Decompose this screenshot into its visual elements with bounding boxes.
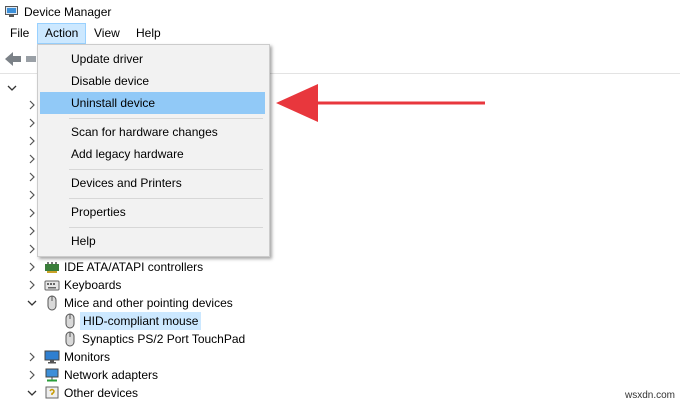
ide-controller-icon xyxy=(45,262,59,273)
menu-help[interactable]: Help xyxy=(129,23,168,44)
tree-item-label: Synaptics PS/2 Port TouchPad xyxy=(82,332,246,346)
tree-item-label: Monitors xyxy=(64,350,111,364)
tree-item-label: Keyboards xyxy=(64,278,122,292)
menu-separator xyxy=(69,227,263,228)
chevron-right-icon[interactable] xyxy=(27,352,37,362)
mouse-icon xyxy=(65,331,75,347)
mouse-icon xyxy=(47,295,57,311)
chevron-right-icon[interactable] xyxy=(27,226,37,236)
chevron-right-icon[interactable] xyxy=(27,244,37,254)
menu-file[interactable]: File xyxy=(3,23,36,44)
chevron-right-icon[interactable] xyxy=(27,172,37,182)
menu-item-disable-device[interactable]: Disable device xyxy=(40,70,265,92)
chevron-right-icon[interactable] xyxy=(27,154,37,164)
chevron-right-icon[interactable] xyxy=(27,190,37,200)
chevron-right-icon[interactable] xyxy=(27,262,37,272)
menu-separator xyxy=(69,198,263,199)
back-arrow-icon[interactable] xyxy=(4,51,22,67)
menu-separator xyxy=(69,169,263,170)
menu-view[interactable]: View xyxy=(87,23,127,44)
monitor-icon xyxy=(44,350,60,364)
menu-bar: File Action View Help xyxy=(0,23,680,45)
action-menu: Update driver Disable device Uninstall d… xyxy=(37,44,270,257)
chevron-right-icon[interactable] xyxy=(27,118,37,128)
watermark: wsxdn.com xyxy=(624,390,675,401)
tree-item-label: HID-compliant mouse xyxy=(80,312,202,330)
chevron-right-icon[interactable] xyxy=(27,100,37,110)
keyboard-icon xyxy=(44,280,60,291)
menu-item-properties[interactable]: Properties xyxy=(40,201,265,223)
mouse-icon xyxy=(65,313,75,329)
menu-item-help[interactable]: Help xyxy=(40,230,265,252)
tree-item-label: IDE ATA/ATAPI controllers xyxy=(64,260,204,274)
forward-arrow-icon[interactable] xyxy=(26,56,36,62)
chevron-right-icon[interactable] xyxy=(27,370,37,380)
tree-item-label: Network adapters xyxy=(64,368,159,382)
chevron-down-icon[interactable] xyxy=(27,388,37,398)
title-bar: Device Manager xyxy=(0,0,680,24)
chevron-right-icon[interactable] xyxy=(27,280,37,290)
red-arrow-icon xyxy=(276,84,485,122)
menu-item-devices-printers[interactable]: Devices and Printers xyxy=(40,172,265,194)
tree-item-label: Mice and other pointing devices xyxy=(64,296,233,310)
menu-item-update-driver[interactable]: Update driver xyxy=(40,48,265,70)
device-manager-icon xyxy=(5,6,18,17)
chevron-down-icon[interactable] xyxy=(7,83,17,93)
chevron-right-icon[interactable] xyxy=(27,136,37,146)
chevron-down-icon[interactable] xyxy=(27,298,37,308)
unknown-device-icon xyxy=(45,386,59,399)
window-title: Device Manager xyxy=(24,5,112,19)
tree-item-label: Other devices xyxy=(64,386,139,400)
menu-item-scan-hardware[interactable]: Scan for hardware changes xyxy=(40,121,265,143)
menu-separator xyxy=(69,118,263,119)
chevron-right-icon[interactable] xyxy=(27,208,37,218)
menu-action[interactable]: Action xyxy=(37,23,87,44)
menu-item-add-legacy-hardware[interactable]: Add legacy hardware xyxy=(40,143,265,165)
network-adapter-icon xyxy=(45,368,59,382)
menu-item-uninstall-device[interactable]: Uninstall device xyxy=(40,92,265,114)
